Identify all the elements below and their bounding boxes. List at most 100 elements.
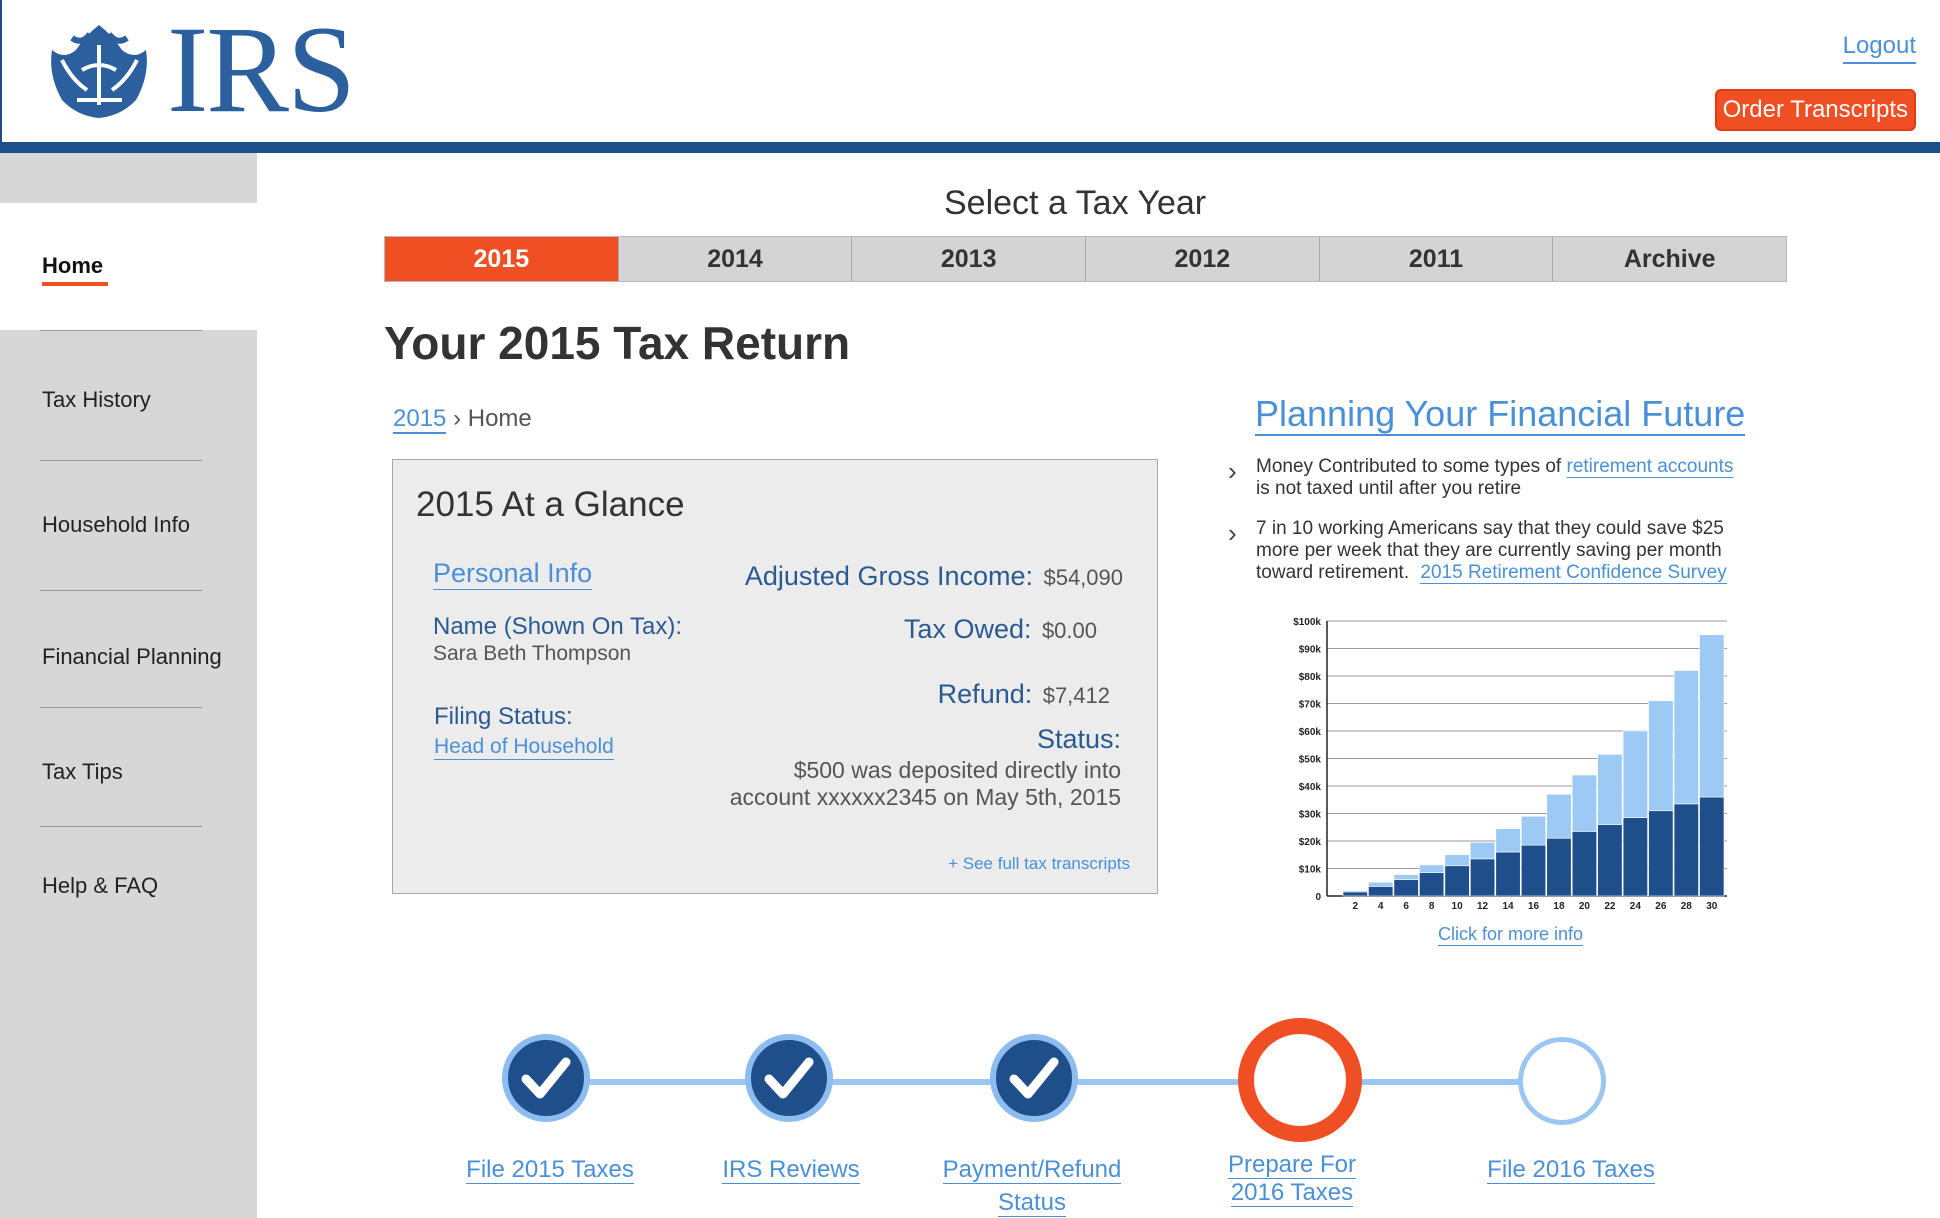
bullet-1-text: Money Contributed to some types of	[1256, 456, 1562, 477]
step-2-complete-icon[interactable]	[745, 1034, 833, 1122]
chart-y-tick-label: 0	[1315, 892, 1321, 903]
step-4-current-icon[interactable]	[1238, 1018, 1362, 1142]
step-5-label[interactable]: File 2016 Taxes	[1461, 1153, 1681, 1186]
chart-y-tick-label: $20k	[1299, 837, 1322, 848]
breadcrumb-separator: ›	[453, 405, 462, 432]
tab-2015[interactable]: 2015	[385, 237, 619, 281]
chart-bar	[1520, 844, 1547, 897]
chart-y-tick-label: $50k	[1299, 755, 1322, 766]
step-2-label[interactable]: IRS Reviews	[691, 1153, 891, 1186]
tab-2014[interactable]: 2014	[618, 237, 853, 281]
sidebar-divider	[40, 590, 202, 591]
chart-bar	[1597, 824, 1623, 897]
chart-bar	[1470, 842, 1496, 860]
planning-title-link[interactable]: Planning Your Financial Future	[1255, 394, 1746, 436]
tab-2013[interactable]: 2013	[852, 237, 1087, 281]
breadcrumb: 2015 › Home	[393, 405, 532, 434]
sidebar-divider	[40, 826, 202, 827]
filing-status-link[interactable]: Head of Household	[434, 735, 614, 760]
retirement-survey-link[interactable]: 2015 Retirement Confidence Survey	[1420, 562, 1727, 584]
select-tax-year-title: Select a Tax Year	[944, 184, 1207, 222]
sidebar-divider	[40, 707, 202, 708]
step-5-label-text: File 2016 Taxes	[1487, 1156, 1655, 1184]
chart-x-tick-label: 4	[1378, 901, 1384, 912]
chart-bar	[1648, 810, 1674, 897]
chart-x-tick-label: 12	[1477, 901, 1489, 912]
see-transcripts-link[interactable]: + See full tax transcripts	[948, 854, 1130, 874]
chart-y-tick-label: $90k	[1299, 645, 1322, 656]
eagle-emblem-icon	[51, 25, 147, 118]
step-4-label-text-2: 2016 Taxes	[1230, 1179, 1354, 1207]
chart-bar	[1648, 700, 1674, 812]
step-5-pending-icon[interactable]	[1518, 1037, 1606, 1125]
sidebar-item-home[interactable]: Home	[0, 203, 257, 330]
step-3-label-text-1: Payment/Refund	[942, 1156, 1122, 1184]
chart-bar	[1699, 796, 1725, 897]
tab-archive[interactable]: Archive	[1553, 237, 1787, 281]
sidebar: Home Tax History Household Info Financia…	[0, 153, 257, 1218]
chart-bar	[1546, 793, 1572, 839]
glance-title: 2015 At a Glance	[416, 485, 685, 524]
chart-more-info-link[interactable]: Click for more info	[1438, 924, 1584, 946]
agi-row: Adjusted Gross Income: $54,090	[745, 561, 1123, 592]
chart-y-tick-label: $60k	[1299, 727, 1322, 738]
step-1-complete-icon[interactable]	[502, 1034, 590, 1122]
tax-owed-label: Tax Owed:	[903, 614, 1032, 644]
sidebar-item-financial-planning[interactable]: Financial Planning	[42, 644, 222, 670]
sidebar-divider	[40, 330, 202, 331]
sidebar-item-tax-history[interactable]: Tax History	[42, 387, 151, 413]
chart-bar	[1393, 874, 1419, 880]
chart-x-tick-label: 16	[1528, 901, 1540, 912]
chart-bar	[1368, 881, 1394, 887]
chart-x-tick-label: 6	[1403, 901, 1409, 912]
status-line-1: $500 was deposited directly into	[793, 757, 1121, 783]
sidebar-item-help-faq[interactable]: Help & FAQ	[42, 873, 158, 899]
bullet-2-line-1: 7 in 10 working Americans say that they …	[1256, 518, 1724, 539]
personal-info-link[interactable]: Personal Info	[433, 558, 593, 590]
chart-bar	[1546, 837, 1572, 897]
step-3-complete-icon[interactable]	[990, 1034, 1078, 1122]
retirement-savings-chart[interactable]: 0 $10k $20k $30k $40k $50k $60k $70k $80k $90k $10…	[1280, 608, 1730, 918]
sidebar-item-tax-tips[interactable]: Tax Tips	[42, 759, 123, 785]
irs-logo[interactable]: IRS	[42, 1, 356, 138]
logout-link[interactable]: Logout	[1842, 32, 1916, 64]
active-indicator	[42, 282, 108, 286]
step-3-label[interactable]: Payment/Refund Status	[932, 1153, 1132, 1218]
order-transcripts-button[interactable]: Order Transcripts	[1714, 89, 1916, 131]
step-2-label-text: IRS Reviews	[722, 1156, 860, 1184]
chart-bar	[1520, 815, 1547, 846]
step-1-label[interactable]: File 2015 Taxes	[450, 1153, 650, 1186]
tab-2012[interactable]: 2012	[1086, 237, 1320, 281]
step-4-label[interactable]: Prepare For 2016 Taxes	[1192, 1151, 1392, 1207]
chart-bar	[1470, 858, 1496, 897]
chart-bar	[1495, 828, 1521, 853]
retirement-accounts-link[interactable]: retirement accounts	[1566, 456, 1734, 478]
breadcrumb-current: Home	[467, 405, 532, 432]
tab-2011[interactable]: 2011	[1319, 237, 1554, 281]
tax-owed-row: Tax Owed: $0.00	[904, 614, 1097, 645]
sidebar-item-household-info[interactable]: Household Info	[42, 512, 190, 538]
chart-bar	[1368, 886, 1394, 897]
checkmark-icon	[764, 1057, 814, 1099]
chart-y-tick-label: $100k	[1293, 617, 1321, 628]
step-1-label-text: File 2015 Taxes	[466, 1156, 634, 1184]
sidebar-item-label: Home	[42, 253, 104, 278]
planning-bullet-1: Money Contributed to some types of retir…	[1256, 456, 1734, 500]
bullet-2-line-3: toward retirement.	[1256, 562, 1410, 583]
chart-bar	[1419, 872, 1445, 897]
checkmark-icon	[1009, 1057, 1059, 1099]
chart-y-tick-label: $10k	[1299, 865, 1322, 876]
name-value: Sara Beth Thompson	[433, 642, 632, 665]
step-3-label-text-2: Status	[997, 1189, 1067, 1217]
chart-x-tick-label: 18	[1553, 901, 1565, 912]
status-label: Status:	[1036, 724, 1121, 754]
chart-x-tick-label: 22	[1604, 901, 1616, 912]
refund-value: $7,412	[1042, 683, 1110, 708]
at-a-glance-panel: 2015 At a Glance Personal Info Name (Sho…	[392, 459, 1158, 894]
breadcrumb-year-link[interactable]: 2015	[393, 405, 447, 434]
logo-text: IRS	[167, 1, 356, 138]
chart-bar	[1444, 854, 1470, 867]
chart-x-tick-label: 8	[1429, 901, 1435, 912]
status-line-2: account xxxxxx2345 on May 5th, 2015	[729, 784, 1121, 810]
filing-status-label: Filing Status:	[434, 703, 573, 730]
